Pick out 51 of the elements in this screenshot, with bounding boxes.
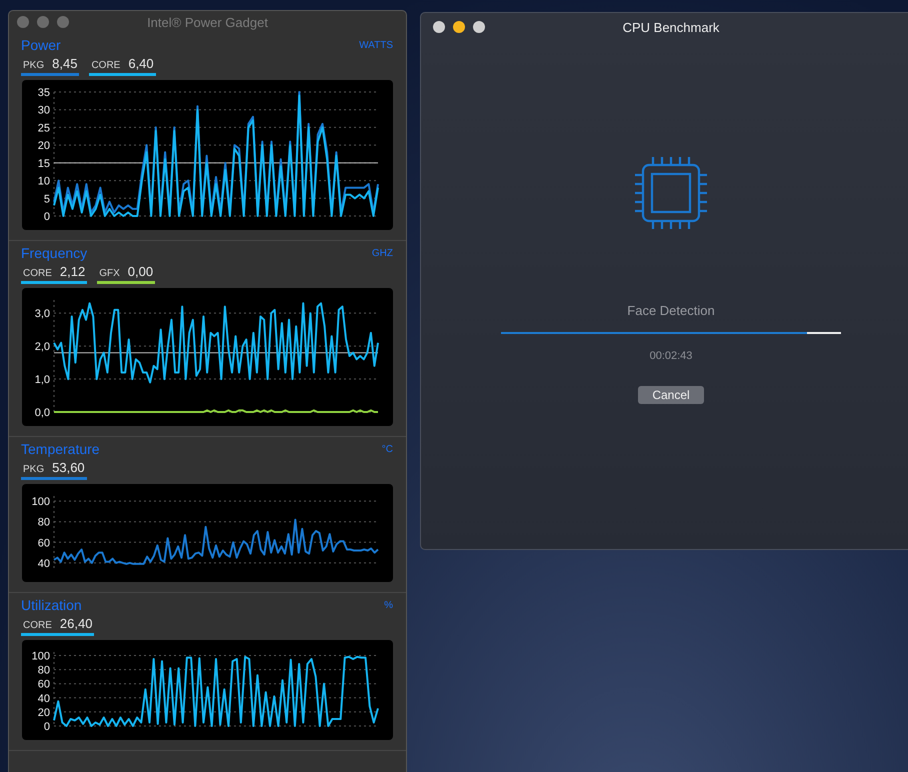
window-control-icon[interactable] <box>473 21 485 33</box>
axis-tick-label: 40 <box>38 692 50 705</box>
window-title: CPU Benchmark <box>622 20 720 34</box>
readout-value: 53,60 <box>52 460 85 475</box>
section-title: Frequency <box>21 245 88 261</box>
axis-tick-label: 30 <box>38 104 50 117</box>
axis-tick-label: 20 <box>38 706 50 719</box>
elapsed-time: 00:02:43 <box>650 350 692 362</box>
unit-label: WATTS <box>359 40 393 50</box>
legend-label: CORE <box>23 620 52 631</box>
window-title: Intel® Power Gadget <box>146 14 269 30</box>
axis-tick-label: 100 <box>32 650 50 663</box>
axis-tick-label: 5 <box>44 193 50 206</box>
axis-tick-label: 40 <box>38 558 50 570</box>
cpu-chip-icon <box>635 157 707 229</box>
task-name: Face Detection <box>627 303 715 318</box>
axis-tick-label: 80 <box>38 516 50 529</box>
readout-value: 8,45 <box>52 56 78 71</box>
section-title: Utilization <box>21 597 82 613</box>
axis-tick-label: 60 <box>38 678 50 691</box>
section-title: Temperature <box>21 441 100 457</box>
window-control-icon[interactable] <box>453 21 465 33</box>
legend-label: PKG <box>23 60 44 71</box>
axis-tick-label: 1,0 <box>34 374 50 386</box>
legend-label: CORE <box>91 60 120 71</box>
legend-label: CORE <box>23 268 52 279</box>
readout-value: 26,40 <box>60 616 92 631</box>
window-control-icon[interactable] <box>433 21 445 33</box>
cancel-button[interactable]: Cancel <box>638 386 704 404</box>
axis-tick-label: 0 <box>44 211 50 223</box>
unit-label: °C <box>382 444 393 454</box>
axis-tick-label: 35 <box>38 87 50 99</box>
readout-value: 6,40 <box>128 56 154 71</box>
legend-label: GFX <box>99 268 120 279</box>
axis-tick-label: 25 <box>38 122 50 134</box>
section-title: Power <box>21 37 61 53</box>
readout-value: 2,12 <box>60 264 86 279</box>
axis-tick-label: 100 <box>32 496 50 508</box>
unit-label: GHZ <box>372 248 393 258</box>
axis-tick-label: 60 <box>38 537 50 550</box>
axis-tick-label: 0 <box>44 721 50 733</box>
axis-tick-label: 0,0 <box>34 407 50 419</box>
axis-tick-label: 3,0 <box>34 308 50 320</box>
axis-tick-label: 20 <box>38 140 50 152</box>
unit-label: % <box>384 600 393 610</box>
axis-tick-label: 2,0 <box>34 341 50 354</box>
axis-tick-label: 10 <box>38 176 50 188</box>
axis-tick-label: 80 <box>38 664 50 677</box>
axis-tick-label: 15 <box>38 158 50 170</box>
readout-value: 0,00 <box>128 264 154 279</box>
legend-label: PKG <box>23 464 44 475</box>
